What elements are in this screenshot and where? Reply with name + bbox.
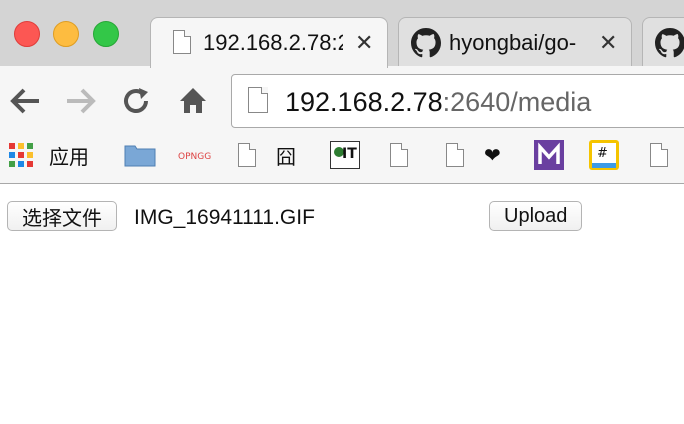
bookmark-page-1[interactable] — [390, 140, 408, 170]
address-bar[interactable]: 192.168.2.78:2640/media — [231, 74, 684, 128]
heart-icon: ❤ — [484, 144, 501, 167]
tab-media[interactable]: 192.168.2.78:2640/media ✕ — [150, 17, 388, 68]
forward-arrow-icon — [67, 88, 96, 114]
bookmark-folder[interactable] — [124, 140, 156, 170]
choose-file-button[interactable]: 选择文件 — [7, 201, 117, 231]
reload-button[interactable] — [122, 86, 152, 121]
tab-close-icon[interactable]: ✕ — [599, 30, 617, 56]
svg-text:#: # — [597, 146, 608, 161]
github-icon — [411, 28, 441, 63]
it-logo-icon: IT — [330, 141, 360, 169]
back-arrow-icon — [10, 88, 39, 114]
upload-button[interactable]: Upload — [489, 201, 583, 231]
tab-github-partial[interactable] — [642, 17, 684, 68]
page-icon — [248, 87, 268, 118]
page-icon — [446, 143, 464, 167]
url-host: 192.168.2.78 — [285, 87, 443, 117]
tab-label: hyongbai/go- — [449, 30, 577, 55]
bookmark-jiong-label: 囧 — [276, 146, 296, 169]
m-logo-icon — [534, 140, 564, 170]
tab-label: 192.168.2.78:2640/media — [203, 30, 343, 55]
page-icon — [650, 143, 668, 167]
bookmark-apps-label: 应用 — [49, 146, 89, 169]
url-path: :2640/media — [442, 87, 592, 117]
window-minimize-button[interactable] — [53, 21, 79, 47]
apps-grid-icon — [9, 143, 33, 167]
bookmark-jiong[interactable]: 囧 — [238, 140, 296, 170]
hash-logo-icon: # — [589, 140, 619, 170]
back-button[interactable] — [8, 86, 42, 121]
bookmark-opengg[interactable]: OPNGG — [178, 140, 212, 170]
home-icon — [180, 88, 206, 113]
svg-text:OPNGG: OPNGG — [178, 152, 211, 162]
bookmark-page-2[interactable] — [650, 140, 668, 170]
bookmark-m[interactable] — [534, 140, 564, 170]
url-text: 192.168.2.78:2640/media — [285, 87, 591, 118]
opengg-logo-icon: OPNGG — [178, 152, 211, 162]
page-icon — [173, 30, 191, 59]
folder-icon — [124, 145, 156, 167]
bookmark-hash[interactable]: # — [589, 140, 619, 170]
github-icon — [655, 28, 684, 63]
tab-close-icon[interactable]: ✕ — [355, 30, 373, 56]
home-button[interactable] — [178, 86, 208, 119]
page-icon — [238, 143, 256, 167]
svg-text:IT: IT — [342, 146, 357, 162]
reload-icon — [124, 88, 148, 113]
selected-file-name: IMG_16941111.GIF — [134, 206, 315, 229]
bookmark-heart[interactable]: ❤ — [446, 140, 501, 170]
forward-button[interactable] — [64, 86, 98, 121]
tab-github[interactable]: hyongbai/go- ✕ — [398, 17, 632, 68]
bookmark-apps[interactable]: 应用 — [9, 140, 89, 170]
page-icon — [390, 143, 408, 167]
window-maximize-button[interactable] — [93, 21, 119, 47]
bookmark-it[interactable]: IT — [330, 140, 360, 170]
window-close-button[interactable] — [14, 21, 40, 47]
